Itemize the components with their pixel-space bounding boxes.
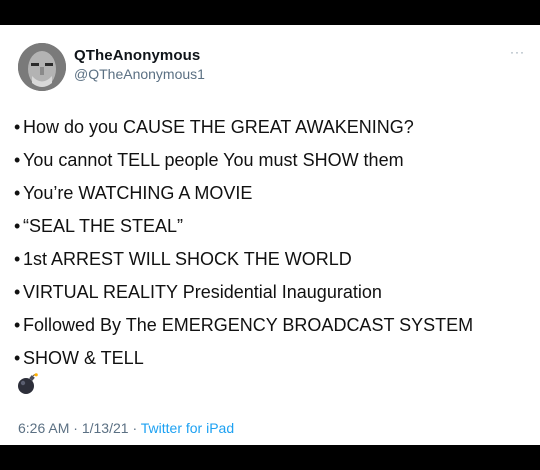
tweet-line-text: “SEAL THE STEAL”	[23, 216, 184, 236]
tweet-line: • SHOW & TELL	[14, 342, 473, 375]
bullet: •	[14, 183, 21, 203]
bullet: •	[14, 117, 21, 137]
source-link[interactable]: Twitter for iPad	[141, 420, 234, 436]
user-handle[interactable]: @QTheAnonymous1	[74, 66, 205, 82]
bullet: •	[14, 150, 21, 170]
separator: ·	[73, 420, 78, 436]
tweet-line-text: 1st ARREST WILL SHOCK THE WORLD	[23, 249, 352, 269]
bullet: •	[14, 348, 21, 368]
tweet-date[interactable]: 1/13/21	[82, 420, 129, 436]
tweet-line: • You’re WATCHING A MOVIE	[14, 177, 473, 210]
tweet-line-text: Followed By The EMERGENCY BROADCAST SYST…	[23, 315, 474, 335]
tweet-line: • You cannot TELL people You must SHOW th…	[14, 144, 473, 177]
display-name[interactable]: QTheAnonymous	[74, 47, 200, 64]
tweet-line: • 1st ARREST WILL SHOCK THE WORLD	[14, 243, 473, 276]
bullet: •	[14, 216, 21, 236]
tweet-line: • How do you CAUSE THE GREAT AWAKENING?	[14, 111, 473, 144]
more-options-icon[interactable]: ···	[510, 45, 525, 59]
tweet-line-text: You cannot TELL people You must SHOW the…	[23, 150, 404, 170]
tweet-line-text: How do you CAUSE THE GREAT AWAKENING?	[23, 117, 414, 137]
bomb-emoji-icon	[18, 373, 38, 394]
tweet-text: • How do you CAUSE THE GREAT AWAKENING? •…	[14, 111, 473, 375]
avatar-portrait-icon	[18, 43, 66, 91]
tweet-metadata: 6:26 AM · 1/13/21 · Twitter for iPad	[18, 420, 234, 436]
tweet-line: • VIRTUAL REALITY Presidential Inaugurati…	[14, 276, 473, 309]
tweet-line-text: You’re WATCHING A MOVIE	[23, 183, 253, 203]
tweet-line: • Followed By The EMERGENCY BROADCAST SYS…	[14, 309, 473, 342]
avatar[interactable]	[18, 43, 66, 91]
bullet: •	[14, 315, 21, 335]
separator: ·	[132, 420, 138, 436]
tweet-line: • “SEAL THE STEAL”	[14, 210, 473, 243]
bullet: •	[14, 249, 21, 269]
tweet-card: QTheAnonymous @QTheAnonymous1 ··· • How d…	[0, 25, 540, 445]
tweet-time[interactable]: 6:26 AM	[18, 420, 69, 436]
tweet-line-text: SHOW & TELL	[23, 348, 144, 368]
bullet: •	[14, 282, 21, 302]
tweet-line-text: VIRTUAL REALITY Presidential Inauguratio…	[23, 282, 382, 302]
